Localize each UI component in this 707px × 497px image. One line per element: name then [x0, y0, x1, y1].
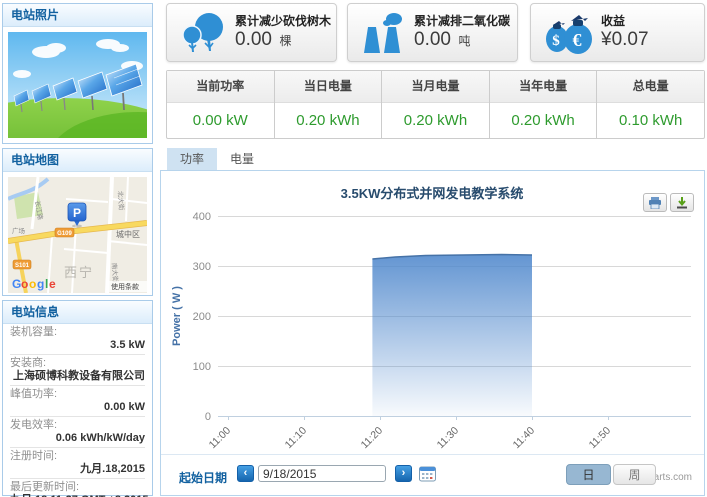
card-co2-label: 累计减排二氧化碳 [414, 14, 510, 29]
map-panel: 电站地图 [2, 148, 153, 296]
cooling-towers-icon [360, 11, 406, 55]
card-trees-label: 累计减少砍伐树木 [235, 14, 331, 29]
svg-text:$: $ [552, 33, 560, 49]
summary-cards: 累计减少砍伐树木 0.00 棵 累计减排二氧化碳 0.00 吨 [166, 3, 705, 62]
google-map[interactable]: G109 S101 广场 长江路 北大街 南大街 城中区 西宁 P [8, 177, 147, 293]
card-co2-reduced: 累计减排二氧化碳 0.00 吨 [347, 3, 518, 62]
road-badge-g109: G109 [55, 228, 74, 237]
map-terms-link[interactable]: 使用条款 [107, 281, 147, 292]
google-logo[interactable]: G o o g l e [12, 277, 56, 291]
svg-text:100: 100 [193, 361, 211, 373]
photo-panel-header: 电站照片 [3, 4, 152, 27]
svg-text:l: l [45, 277, 48, 291]
card-co2-value: 0.00 [414, 29, 451, 50]
calendar-button[interactable] [418, 466, 438, 482]
export-chart-button[interactable] [670, 193, 694, 212]
card-revenue-value: ¥0.07 [601, 29, 649, 50]
info-row-efficiency: 发电效率: 0.06 kWh/kW/day [10, 417, 145, 448]
svg-text:Power ( W ): Power ( W ) [171, 286, 183, 346]
svg-text:11:00: 11:00 [207, 425, 234, 452]
info-row-registered: 注册时间: 九月.18,2015 [10, 448, 145, 479]
city-label: 西宁 [64, 265, 94, 280]
stat-daily-energy: 当日电量 0.20 kWh [274, 71, 382, 138]
station-photo [3, 27, 152, 143]
solar-panels-photo [8, 32, 147, 138]
stats-strip: 当前功率 0.00 kW 当日电量 0.20 kWh 当月电量 0.20 kWh… [166, 70, 705, 139]
day-range-button[interactable]: 日 [566, 464, 611, 485]
svg-text:11:10: 11:10 [283, 425, 310, 452]
info-row-last-update: 最后更新时间: 九月.18 11:27,GMT +8,2015 [10, 479, 145, 497]
plaza-label: 广场 [12, 226, 26, 235]
print-chart-button[interactable] [643, 193, 667, 212]
next-day-button[interactable]: › [395, 465, 412, 482]
start-date-input[interactable] [258, 465, 386, 482]
card-revenue-label: 收益 [601, 14, 652, 29]
info-panel-header: 电站信息 [3, 301, 152, 324]
svg-text:11:20: 11:20 [359, 425, 386, 452]
stat-total-energy: 总电量 0.10 kWh [596, 71, 704, 138]
svg-text:3.5KW分布式并网发电教学系统: 3.5KW分布式并网发电教学系统 [341, 186, 524, 201]
info-row-peak-power: 峰值功率: 0.00 kW [10, 386, 145, 417]
svg-text:0: 0 [205, 411, 211, 423]
svg-text:G109: G109 [57, 231, 72, 237]
svg-text:e: e [49, 277, 56, 291]
svg-text:11:40: 11:40 [511, 425, 538, 452]
svg-text:300: 300 [193, 261, 211, 273]
svg-text:P: P [73, 206, 81, 220]
chart-controls: 起始日期 ‹ › Highcharts.com 日 周 [161, 454, 704, 495]
photo-panel: 电站照片 [2, 3, 153, 144]
svg-text:200: 200 [193, 311, 211, 323]
chart-toolbar [640, 193, 694, 212]
district-label: 城中区 [116, 229, 140, 239]
svg-text:11:50: 11:50 [587, 425, 614, 452]
card-revenue: $ € 收益 ¥0.07 [530, 3, 705, 62]
calendar-icon [419, 466, 437, 482]
download-icon [676, 197, 688, 209]
photo-panel-title: 电站照片 [11, 8, 59, 22]
tab-power[interactable]: 功率 [167, 148, 217, 170]
chart-tabs: 功率 电量 [167, 148, 267, 170]
money-bags-icon: $ € [543, 11, 593, 55]
map-panel-header: 电站地图 [3, 149, 152, 172]
prev-day-button[interactable]: ‹ [237, 465, 254, 482]
card-co2-unit: 吨 [458, 34, 470, 48]
tab-energy[interactable]: 电量 [217, 148, 267, 170]
printer-icon [648, 197, 662, 209]
info-panel-title: 电站信息 [11, 305, 59, 319]
info-panel: 电站信息 装机容量: 3.5 kW 安装商: 上海硕博科教设备有限公司 峰值功率… [2, 300, 153, 496]
svg-text:11:30: 11:30 [435, 425, 462, 452]
trees-icon [179, 11, 227, 55]
station-info-list: 装机容量: 3.5 kW 安装商: 上海硕博科教设备有限公司 峰值功率: 0.0… [3, 324, 152, 497]
info-row-installer: 安装商: 上海硕博科教设备有限公司 [10, 355, 145, 386]
svg-text:G: G [12, 277, 21, 291]
solar-dashboard: 电站照片 [0, 0, 707, 497]
range-toggle: 日 周 [566, 464, 656, 485]
stat-yearly-energy: 当年电量 0.20 kWh [489, 71, 597, 138]
week-range-button[interactable]: 周 [613, 464, 656, 485]
svg-text:S101: S101 [15, 263, 30, 269]
card-trees-value: 0.00 [235, 29, 272, 50]
station-map[interactable]: G109 S101 广场 长江路 北大街 南大街 城中区 西宁 P [3, 172, 152, 298]
svg-text:o: o [21, 277, 28, 291]
card-trees-saved: 累计减少砍伐树木 0.00 棵 [166, 3, 337, 62]
svg-text:o: o [29, 277, 36, 291]
stat-current-power: 当前功率 0.00 kW [167, 71, 274, 138]
map-panel-title: 电站地图 [11, 153, 59, 167]
svg-text:400: 400 [193, 211, 211, 223]
stat-monthly-energy: 当月电量 0.20 kWh [381, 71, 489, 138]
road-badge-s101: S101 [13, 260, 31, 269]
info-row-capacity: 装机容量: 3.5 kW [10, 324, 145, 355]
svg-text:g: g [37, 277, 44, 291]
svg-text:使用条款: 使用条款 [111, 282, 139, 291]
start-date-label: 起始日期 [179, 469, 227, 486]
svg-text:€: € [573, 30, 582, 50]
chart-panel: 0 100 200 300 400 11:00 11:10 11:20 11:30 11:40 11… [160, 170, 705, 496]
power-area-chart: 0 100 200 300 400 11:00 11:10 11:20 11:30 11:40 11… [161, 171, 704, 455]
card-trees-unit: 棵 [279, 34, 291, 48]
